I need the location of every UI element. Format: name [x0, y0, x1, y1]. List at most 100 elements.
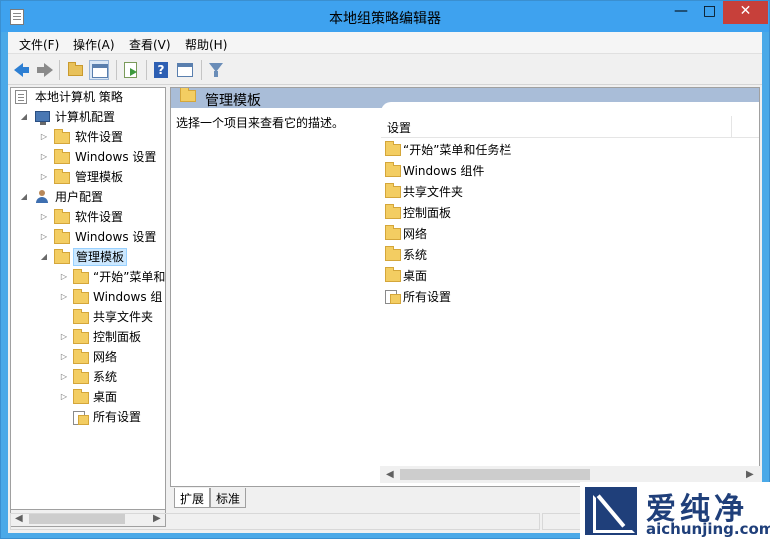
tree-item-network[interactable]: ▷ 网络 [59, 348, 165, 366]
chevron-right-icon[interactable]: ▶ [746, 469, 754, 480]
show-hide-tree-button[interactable] [89, 60, 109, 80]
tree-item-label: 系统 [93, 370, 118, 384]
folder-icon [54, 149, 70, 164]
scroll-thumb[interactable] [400, 469, 590, 480]
details-horizontal-scrollbar[interactable]: ◀ ▶ [380, 466, 760, 483]
tree-item-windows-settings[interactable]: ▷ Windows 设置 [39, 228, 165, 246]
chevron-right-icon[interactable]: ▷ [59, 368, 69, 386]
tree-item-label: 网络 [93, 350, 118, 364]
menu-help[interactable]: 帮助(H) [185, 36, 227, 53]
status-segment [10, 513, 540, 530]
minimize-button[interactable]: — [666, 1, 696, 24]
tree-item-shared-folders[interactable]: 共享文件夹 [59, 308, 165, 326]
toolbar-separator [201, 60, 202, 80]
chevron-down-icon[interactable]: ◢ [39, 248, 49, 266]
tree-item-windows-components[interactable]: ▷ Windows 组 [59, 288, 165, 306]
list-item-label: 系统 [403, 248, 428, 262]
folder-icon [73, 349, 89, 364]
chevron-left-icon[interactable]: ◀ [386, 469, 394, 480]
tree-item-computer-config[interactable]: ◢ 计算机配置 [19, 108, 165, 126]
tree-item-label: Windows 组 [93, 290, 163, 304]
menu-bar: 文件(F) 操作(A) 查看(V) 帮助(H) [8, 32, 762, 54]
toolbar-separator [146, 60, 147, 80]
chevron-right-icon[interactable]: ▷ [39, 168, 49, 186]
column-divider[interactable] [731, 116, 732, 138]
show-hide-tree-icon [92, 64, 108, 78]
tree-item-label: 计算机配置 [55, 110, 116, 124]
tree-item-label: 控制面板 [93, 330, 142, 344]
toolbar-separator [116, 60, 117, 80]
tree-item-desktop[interactable]: ▷ 桌面 [59, 388, 165, 406]
close-button[interactable]: ✕ [723, 1, 768, 24]
folder-icon [54, 249, 70, 264]
computer-icon [35, 111, 50, 125]
arrow-left-icon [14, 63, 29, 77]
status-segment [542, 513, 582, 530]
tree-item-all-settings[interactable]: 所有设置 [59, 408, 165, 426]
list-item-label: 网络 [403, 227, 428, 241]
chevron-right-icon[interactable]: ▷ [39, 148, 49, 166]
menu-action[interactable]: 操作(A) [73, 36, 115, 53]
chevron-right-icon[interactable]: ▷ [39, 128, 49, 146]
tree-item-system[interactable]: ▷ 系统 [59, 368, 165, 386]
tab-extended[interactable]: 扩展 [174, 488, 211, 508]
filter-button[interactable] [206, 60, 226, 80]
forward-button[interactable] [35, 60, 55, 80]
tree-item-user-config[interactable]: ◢ 用户配置 [19, 188, 165, 206]
chevron-right-icon[interactable]: ▷ [59, 288, 69, 306]
folder-icon [180, 88, 196, 102]
properties-button[interactable] [175, 60, 195, 80]
details-pane: 管理模板 选择一个项目来查看它的描述。 设置 “开始”菜单和任务栏 Window… [170, 87, 760, 487]
tree-item-label: 共享文件夹 [93, 310, 154, 324]
folder-icon [54, 209, 70, 224]
list-item-label: 控制面板 [403, 206, 452, 220]
menu-view[interactable]: 查看(V) [129, 36, 171, 53]
chevron-right-icon[interactable]: ▷ [59, 268, 69, 286]
tree-item-start-menu[interactable]: ▷ “开始”菜单和 [59, 268, 165, 286]
maximize-button[interactable]: □ [696, 1, 723, 24]
help-button[interactable]: ? [151, 60, 171, 80]
tab-standard[interactable]: 标准 [210, 488, 247, 508]
settings-list[interactable]: 设置 “开始”菜单和任务栏 Windows 组件 共享文件夹 控制面板 网络 系… [381, 102, 759, 486]
tree-item-software-settings[interactable]: ▷ 软件设置 [39, 128, 165, 146]
folder-icon [385, 225, 401, 240]
window: 本地组策略编辑器 — □ ✕ 文件(F) 操作(A) 查看(V) 帮助(H) ? [0, 0, 770, 539]
tree-item-label: 所有设置 [93, 410, 142, 424]
title-bar[interactable]: 本地组策略编辑器 — □ ✕ [1, 1, 769, 32]
client-area: 文件(F) 操作(A) 查看(V) 帮助(H) ? 本地计算机 策略 ◢ 计算机… [8, 32, 762, 533]
up-button[interactable] [65, 60, 85, 80]
folder-icon [54, 129, 70, 144]
chevron-right-icon[interactable]: ▷ [39, 228, 49, 246]
folder-icon [73, 369, 89, 384]
back-button[interactable] [13, 60, 33, 80]
tree-item-software-settings[interactable]: ▷ 软件设置 [39, 208, 165, 226]
tree-item-control-panel[interactable]: ▷ 控制面板 [59, 328, 165, 346]
properties-icon [177, 63, 193, 77]
list-item-label: 桌面 [403, 269, 428, 283]
folder-icon [385, 183, 401, 198]
tree-item-admin-templates[interactable]: ▷ 管理模板 [39, 168, 165, 186]
chevron-right-icon[interactable]: ▷ [59, 328, 69, 346]
tree-item-label: 本地计算机 策略 [35, 90, 123, 104]
arrow-right-icon [37, 63, 53, 77]
column-header-label: 设置 [387, 121, 412, 135]
chevron-right-icon[interactable]: ▷ [59, 388, 69, 406]
chevron-right-icon[interactable]: ▷ [59, 348, 69, 366]
menu-file[interactable]: 文件(F) [19, 36, 59, 53]
tree-pane[interactable]: 本地计算机 策略 ◢ 计算机配置 ▷ 软件设置 ▷ Windows 设置 ▷ 管… [10, 87, 166, 510]
window-title: 本地组策略编辑器 [329, 11, 441, 27]
tree-item-admin-templates-selected[interactable]: ◢ 管理模板 [39, 248, 165, 266]
column-header-setting[interactable]: 设置 [381, 116, 759, 138]
chevron-down-icon[interactable]: ◢ [19, 188, 29, 206]
toolbar-separator [59, 60, 60, 80]
export-list-button[interactable] [121, 60, 141, 80]
folder-up-icon [68, 62, 83, 76]
folder-icon [385, 246, 401, 261]
list-item-label: 共享文件夹 [403, 185, 464, 199]
tree-item-windows-settings[interactable]: ▷ Windows 设置 [39, 148, 165, 166]
chevron-right-icon[interactable]: ▷ [39, 208, 49, 226]
description-text: 选择一个项目来查看它的描述。 [176, 116, 345, 130]
tree-item-root[interactable]: 本地计算机 策略 [15, 88, 165, 106]
chevron-down-icon[interactable]: ◢ [19, 108, 29, 126]
tree-item-label: Windows 设置 [75, 230, 157, 244]
